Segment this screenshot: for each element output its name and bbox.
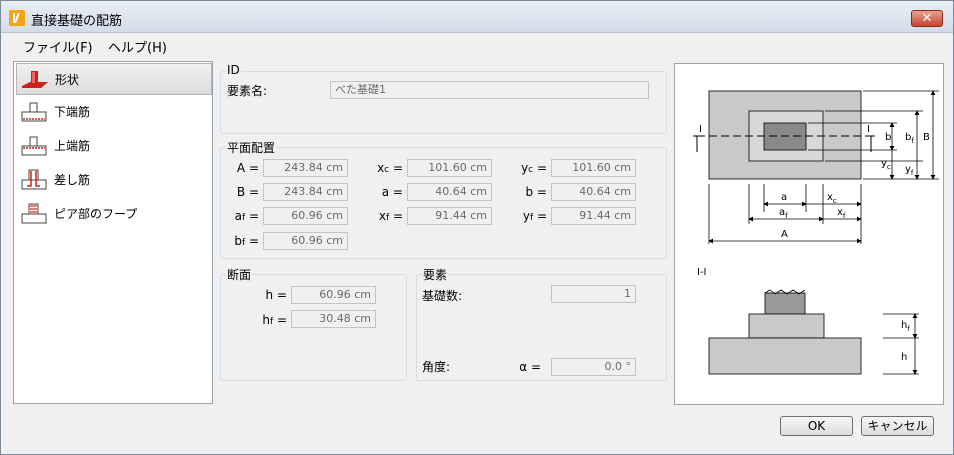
af-field[interactable]: 60.96 cm xyxy=(263,207,348,225)
section-view xyxy=(708,289,862,375)
bf-label: bf = xyxy=(234,234,259,248)
hf-field[interactable]: 30.48 cm xyxy=(291,310,376,328)
element-name-field[interactable]: べた基礎1 xyxy=(330,81,649,99)
dim-yf-label: yf xyxy=(905,164,914,177)
dim-yc-label: yc xyxy=(881,158,891,171)
dim-A-label: A xyxy=(781,229,788,240)
hf-label: hf = xyxy=(262,313,287,327)
sidebar-item-pier-hoop[interactable]: ピア部のフープ xyxy=(16,198,212,230)
xc-label: xc = xyxy=(377,161,403,175)
dowel-rebar-icon xyxy=(21,169,47,190)
xf-field[interactable]: 91.44 cm xyxy=(407,207,492,225)
dim-bf-label: bf xyxy=(905,132,914,145)
sidebar: 形状 下端筋 上端筋 差し筋 ピア部のフープ xyxy=(13,61,213,404)
a-label: a = xyxy=(381,185,403,199)
yf-label: yf = xyxy=(522,209,547,223)
dim-af-label: af xyxy=(779,207,788,220)
xf-label: xf = xyxy=(378,209,403,223)
sidebar-item-label: 形状 xyxy=(55,73,80,87)
dim-xc-label: xc xyxy=(827,192,837,205)
plan-view: I I xyxy=(693,90,875,180)
footing-shape-icon xyxy=(22,71,48,88)
yf-field[interactable]: 91.44 cm xyxy=(551,207,636,225)
sidebar-item-label: 上端筋 xyxy=(54,139,91,153)
angle-label: 角度: xyxy=(422,360,451,374)
b-label: b = xyxy=(525,185,548,199)
close-button[interactable]: ✕ xyxy=(911,10,943,27)
title-bar: 直接基礎の配筋 ✕ xyxy=(1,1,953,33)
sidebar-item-top-rebar[interactable]: 上端筋 xyxy=(16,130,212,162)
h-field[interactable]: 60.96 cm xyxy=(291,286,376,304)
plan-layout-group-title: 平面配置 xyxy=(226,139,277,156)
h-label: h = xyxy=(265,288,287,302)
footing-count-label: 基礎数: xyxy=(422,289,463,303)
footing-diagram: I I a xc af xf A b bf B yc yf I-I hf h xyxy=(674,63,944,405)
yc-label: yc = xyxy=(521,161,547,175)
ok-button[interactable]: OK xyxy=(780,416,853,436)
yc-field[interactable]: 101.60 cm xyxy=(551,159,636,177)
sidebar-item-bottom-rebar[interactable]: 下端筋 xyxy=(16,96,212,128)
sidebar-item-dowel[interactable]: 差し筋 xyxy=(16,164,212,196)
B-field[interactable]: 243.84 cm xyxy=(263,183,348,201)
section-group-title: 断面 xyxy=(226,266,253,283)
app-logo-icon xyxy=(9,10,25,26)
a-field[interactable]: 40.64 cm xyxy=(407,183,492,201)
window-title: 直接基礎の配筋 xyxy=(31,14,123,29)
dim-hf-label: hf xyxy=(901,320,910,333)
sidebar-item-label: ピア部のフープ xyxy=(54,207,138,221)
xc-field[interactable]: 101.60 cm xyxy=(407,159,492,177)
B-label: B = xyxy=(236,185,259,199)
top-rebar-icon xyxy=(21,136,47,156)
A-field[interactable]: 243.84 cm xyxy=(263,159,348,177)
id-group-title: ID xyxy=(226,63,241,77)
dialog-window: 直接基礎の配筋 ✕ ファイル(F) ヘルプ(H) 形状 下端筋 上端筋 差し筋 … xyxy=(0,0,954,455)
dim-B-label: B xyxy=(923,132,930,143)
pier-hoop-icon xyxy=(21,203,47,224)
bf-field[interactable]: 60.96 cm xyxy=(263,232,348,250)
menu-help[interactable]: ヘルプ(H) xyxy=(108,37,167,56)
footing-count-field[interactable]: 1 xyxy=(551,285,636,303)
bottom-rebar-icon xyxy=(21,102,47,122)
sidebar-item-label: 差し筋 xyxy=(54,173,91,187)
element-name-label: 要素名: xyxy=(227,84,268,98)
sidebar-item-shape[interactable]: 形状 xyxy=(16,63,212,95)
b-field[interactable]: 40.64 cm xyxy=(551,183,636,201)
af-label: af = xyxy=(234,209,259,223)
element-group-title: 要素 xyxy=(422,266,449,283)
section-mark-left: I xyxy=(699,124,702,135)
cancel-button[interactable]: キャンセル xyxy=(861,416,934,436)
dim-b-label: b xyxy=(885,132,891,143)
dim-a-label: a xyxy=(781,192,787,203)
dim-xf-label: xf xyxy=(837,207,846,220)
sidebar-item-label: 下端筋 xyxy=(54,105,91,119)
section-mark-right: I xyxy=(867,124,870,135)
alpha-label: α = xyxy=(519,360,541,374)
menu-file[interactable]: ファイル(F) xyxy=(23,37,93,56)
A-label: A = xyxy=(236,161,259,175)
angle-field[interactable]: 0.0 ° xyxy=(551,358,636,376)
section-title: I-I xyxy=(697,267,707,278)
dim-h-label: h xyxy=(901,352,907,363)
menu-bar: ファイル(F) ヘルプ(H) xyxy=(1,33,953,57)
